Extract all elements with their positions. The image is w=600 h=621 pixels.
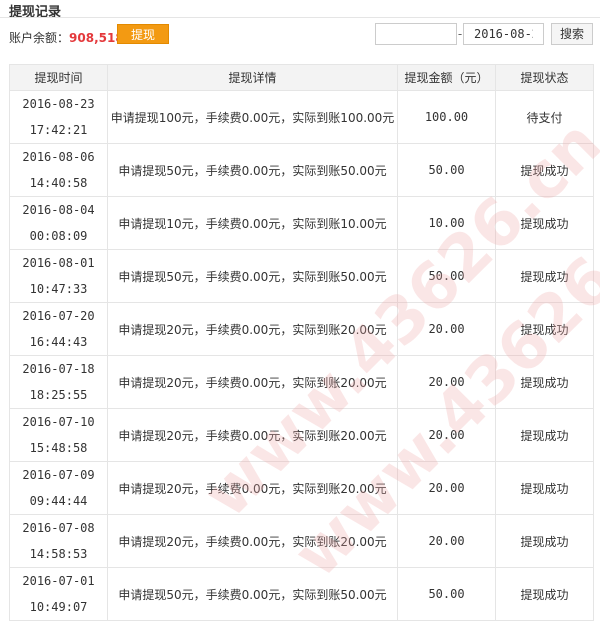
column-header-time: 提现时间 [9,64,108,91]
cell-amount: 20.00 [397,514,496,568]
cell-amount: 50.00 [397,143,496,197]
table-row: 2016-07-20 16:44:43 申请提现20元，手续费0.00元，实际到账2… [9,302,594,356]
table-row: 2016-07-09 09:44:44 申请提现20元，手续费0.00元，实际到账2… [9,461,594,515]
cell-detail: 申请提现20元，手续费0.00元，实际到账20.00元 [107,302,398,356]
cell-status: 提现成功 [495,355,594,409]
cell-date: 2016-08-06 [22,150,95,164]
table-row: 2016-07-18 18:25:55 申请提现20元，手续费0.00元，实际到账2… [9,355,594,409]
cell-date: 2016-08-23 [22,97,95,111]
column-header-status: 提现状态 [495,64,594,91]
account-balance: 账户余额：908,518 [9,29,134,46]
withdraw-button[interactable]: 提现 [117,24,169,44]
cell-time: 2016-08-06 14:40:58 [9,143,108,197]
cell-time: 2016-07-09 09:44:44 [9,461,108,515]
table-row: 2016-07-08 14:58:53 申请提现20元，手续费0.00元，实际到账2… [9,514,594,568]
cell-time: 2016-08-01 10:47:33 [9,249,108,303]
cell-status: 提现成功 [495,302,594,356]
cell-status: 待支付 [495,90,594,144]
cell-status: 提现成功 [495,143,594,197]
end-date-input[interactable] [463,23,544,45]
cell-amount: 10.00 [397,196,496,250]
cell-date: 2016-08-01 [22,256,95,270]
table-row: 2016-08-04 00:08:09 申请提现10元，手续费0.00元，实际到账1… [9,196,594,250]
cell-detail: 申请提现50元，手续费0.00元，实际到账50.00元 [107,249,398,303]
cell-amount: 100.00 [397,90,496,144]
cell-date: 2016-07-08 [22,521,95,535]
withdraw-records-table: 提现时间 提现详情 提现金额（元） 提现状态 2016-08-23 17:42:2… [9,64,594,621]
table-header-row: 提现时间 提现详情 提现金额（元） 提现状态 [9,64,594,91]
cell-date: 2016-08-04 [22,203,95,217]
balance-value: 908,518 [69,31,124,45]
cell-date: 2016-07-10 [22,415,95,429]
cell-clock: 16:44:43 [29,335,88,349]
table-row: 2016-08-06 14:40:58 申请提现50元，手续费0.00元，实际到账5… [9,143,594,197]
cell-date: 2016-07-09 [22,468,95,482]
cell-clock: 14:40:58 [29,176,88,190]
cell-status: 提现成功 [495,514,594,568]
start-date-input[interactable] [375,23,457,45]
cell-time: 2016-07-20 16:44:43 [9,302,108,356]
cell-clock: 14:58:53 [29,547,88,561]
cell-time: 2016-07-18 18:25:55 [9,355,108,409]
cell-detail: 申请提现20元，手续费0.00元，实际到账20.00元 [107,461,398,515]
cell-amount: 20.00 [397,408,496,462]
cell-clock: 10:49:07 [29,600,88,614]
cell-amount: 20.00 [397,302,496,356]
cell-status: 提现成功 [495,461,594,515]
table-row: 2016-08-23 17:42:21 申请提现100元，手续费0.00元，实际到账… [9,90,594,144]
cell-detail: 申请提现100元，手续费0.00元，实际到账100.00元 [107,90,398,144]
cell-time: 2016-07-10 15:48:58 [9,408,108,462]
cell-detail: 申请提现50元，手续费0.00元，实际到账50.00元 [107,143,398,197]
balance-label: 账户余额： [9,31,70,45]
cell-status: 提现成功 [495,196,594,250]
column-header-detail: 提现详情 [107,64,398,91]
header-divider [0,17,600,18]
cell-clock: 00:08:09 [29,229,88,243]
cell-clock: 15:48:58 [29,441,88,455]
cell-time: 2016-08-04 00:08:09 [9,196,108,250]
cell-time: 2016-08-23 17:42:21 [9,90,108,144]
cell-clock: 17:42:21 [29,123,88,137]
cell-amount: 50.00 [397,249,496,303]
cell-detail: 申请提现20元，手续费0.00元，实际到账20.00元 [107,408,398,462]
column-header-amount: 提现金额（元） [397,64,496,91]
table-row: 2016-07-10 15:48:58 申请提现20元，手续费0.00元，实际到账2… [9,408,594,462]
cell-clock: 18:25:55 [29,388,88,402]
cell-detail: 申请提现10元，手续费0.00元，实际到账10.00元 [107,196,398,250]
cell-status: 提现成功 [495,249,594,303]
cell-status: 提现成功 [495,408,594,462]
cell-clock: 10:47:33 [29,282,88,296]
search-button[interactable]: 搜索 [551,23,593,45]
cell-date: 2016-07-01 [22,574,95,588]
cell-detail: 申请提现20元，手续费0.00元，实际到账20.00元 [107,514,398,568]
cell-amount: 20.00 [397,355,496,409]
table-row: 2016-08-01 10:47:33 申请提现50元，手续费0.00元，实际到账5… [9,249,594,303]
cell-date: 2016-07-20 [22,309,95,323]
cell-clock: 09:44:44 [29,494,88,508]
cell-date: 2016-07-18 [22,362,95,376]
cell-amount: 20.00 [397,461,496,515]
cell-time: 2016-07-08 14:58:53 [9,514,108,568]
cell-detail: 申请提现20元，手续费0.00元，实际到账20.00元 [107,355,398,409]
